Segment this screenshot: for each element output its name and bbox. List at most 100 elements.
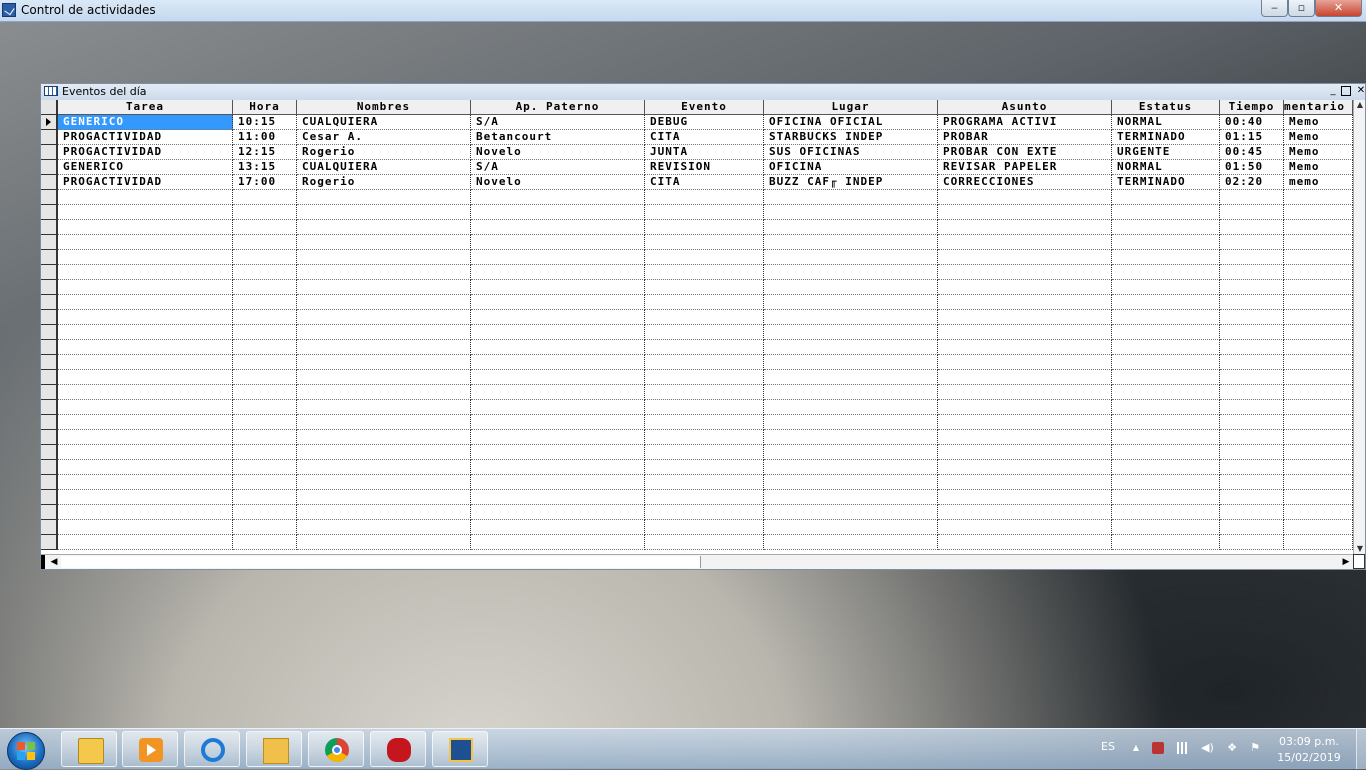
minimize-button[interactable]: ‒ [1261,0,1288,17]
grid-cell[interactable] [764,415,938,430]
grid-cell[interactable] [58,355,233,370]
grid-cell[interactable]: GENERICO [58,160,233,175]
column-header[interactable]: Tarea [58,100,233,115]
grid-cell[interactable]: PROBAR CON EXTE [938,145,1112,160]
grid-cell[interactable] [1284,280,1353,295]
grid-cell[interactable] [764,475,938,490]
grid-cell[interactable] [645,325,764,340]
grid-cell[interactable] [471,340,645,355]
grid-cell[interactable] [233,520,297,535]
volume-icon[interactable]: ◀) [1201,742,1214,754]
grid-cell[interactable]: OFICINA OFICIAL [764,115,938,130]
taskbar-explorer[interactable] [61,731,117,767]
grid-cell[interactable] [1112,355,1220,370]
grid-cell[interactable]: PROBAR [938,130,1112,145]
grid-cell[interactable]: CORRECCIONES [938,175,1112,190]
grid-cell[interactable] [58,445,233,460]
grid-cell[interactable] [645,190,764,205]
grid-cell[interactable] [471,505,645,520]
grid-cell[interactable]: Novelo [471,175,645,190]
grid-cell[interactable] [1284,310,1353,325]
grid-cell[interactable] [1284,535,1353,550]
grid-cell[interactable] [1220,430,1284,445]
grid-cell[interactable] [645,340,764,355]
start-button[interactable] [7,732,45,770]
grid-cell[interactable] [938,490,1112,505]
row-selector[interactable] [41,115,58,130]
grid-cell[interactable]: CUALQUIERA [297,160,471,175]
grid-cell[interactable] [297,490,471,505]
grid-cell[interactable] [645,520,764,535]
grid-cell[interactable] [1220,280,1284,295]
grid-cell[interactable] [764,295,938,310]
row-selector[interactable] [41,430,58,445]
column-header[interactable]: Evento [645,100,764,115]
grid-cell[interactable] [1220,250,1284,265]
row-selector[interactable] [41,415,58,430]
grid-cell[interactable] [297,475,471,490]
grid-cell[interactable] [938,310,1112,325]
grid-cell[interactable] [297,460,471,475]
grid-cell[interactable] [58,460,233,475]
row-selector[interactable] [41,520,58,535]
grid-cell[interactable] [1220,205,1284,220]
row-selector[interactable] [41,190,58,205]
grid-cell[interactable] [1220,370,1284,385]
grid-cell[interactable] [471,415,645,430]
grid-cell[interactable] [58,235,233,250]
grid-cell[interactable] [764,400,938,415]
grid-cell[interactable] [233,490,297,505]
row-selector[interactable] [41,400,58,415]
scroll-left-icon[interactable]: ◀ [47,555,61,569]
grid-cell[interactable]: TERMINADO [1112,130,1220,145]
grid-cell[interactable] [764,535,938,550]
grid-cell[interactable] [471,190,645,205]
grid-cell[interactable] [1112,295,1220,310]
grid-cell[interactable] [233,460,297,475]
child-close-button[interactable]: ✕ [1355,85,1366,97]
scroll-up-icon[interactable]: ▲ [1354,100,1366,110]
grid-cell[interactable] [1284,220,1353,235]
taskbar-control-actividades[interactable] [432,731,488,767]
grid-cell[interactable]: REVISAR PAPELER [938,160,1112,175]
grid-cell[interactable]: 00:45 [1220,145,1284,160]
grid-cell[interactable] [1112,520,1220,535]
grid-cell[interactable]: CUALQUIERA [297,115,471,130]
grid-cell[interactable] [938,445,1112,460]
grid-cell[interactable] [58,370,233,385]
grid-cell[interactable] [58,220,233,235]
grid-cell[interactable] [233,355,297,370]
grid-cell[interactable] [1284,415,1353,430]
grid-cell[interactable] [764,310,938,325]
grid-cell[interactable] [1220,520,1284,535]
grid-cell[interactable] [1284,460,1353,475]
flag-icon[interactable]: ⚑ [1249,742,1261,754]
grid-cell[interactable] [297,280,471,295]
grid-cell[interactable] [471,520,645,535]
grid-cell[interactable] [297,340,471,355]
grid-cell[interactable]: memo [1284,175,1353,190]
row-selector[interactable] [41,235,58,250]
grid-cell[interactable] [938,355,1112,370]
row-selector[interactable] [41,475,58,490]
grid-cell[interactable] [645,505,764,520]
column-header[interactable]: mentario [1284,100,1353,115]
grid-cell[interactable] [297,400,471,415]
grid-cell[interactable] [1284,430,1353,445]
grid-cell[interactable]: JUNTA [645,145,764,160]
grid-cell[interactable] [1112,535,1220,550]
taskbar-ie[interactable] [184,731,240,767]
grid-cell[interactable] [1220,385,1284,400]
grid-cell[interactable] [58,490,233,505]
grid-cell[interactable] [1112,490,1220,505]
grid-cell[interactable] [1284,250,1353,265]
grid-cell[interactable] [764,445,938,460]
grid-cell[interactable] [471,310,645,325]
grid-cell[interactable] [471,370,645,385]
grid-cell[interactable]: Memo [1284,115,1353,130]
grid-cell[interactable] [764,340,938,355]
show-hidden-icons-icon[interactable]: ▲ [1130,742,1142,754]
grid-cell[interactable]: 12:15 [233,145,297,160]
grid-cell[interactable] [471,250,645,265]
vertical-scrollbar[interactable]: ▲ ▼ [1353,100,1365,554]
